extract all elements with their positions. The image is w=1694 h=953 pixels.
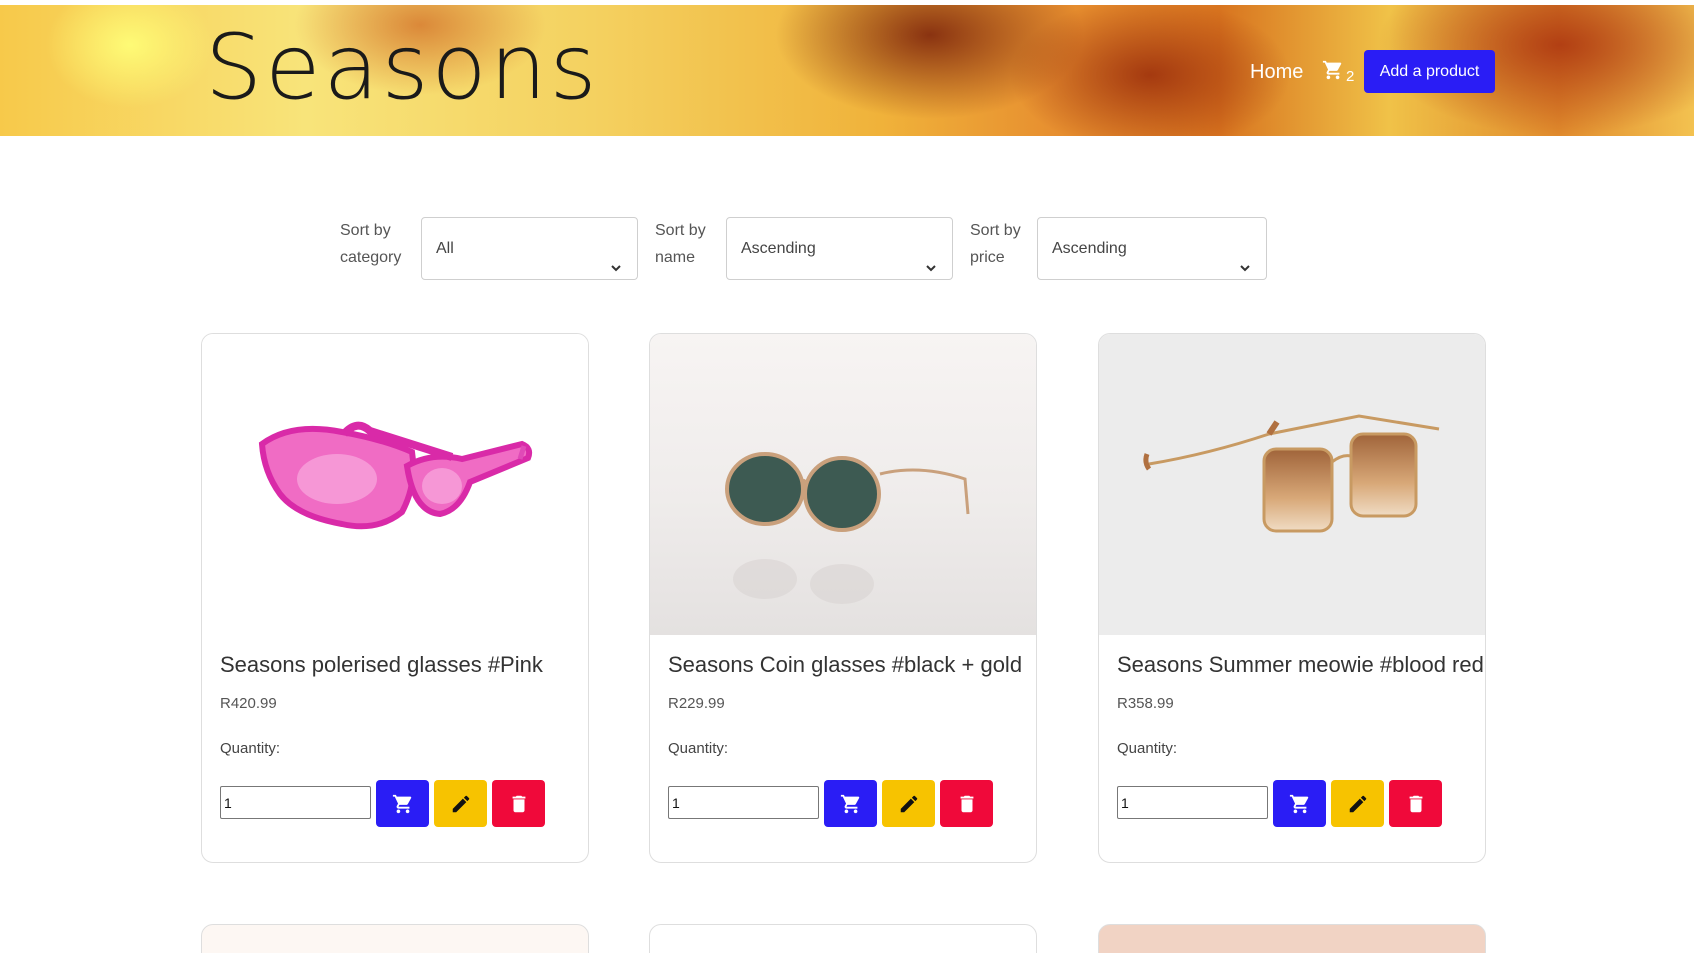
quantity-input[interactable]: [220, 786, 371, 819]
pencil-icon: [452, 795, 469, 812]
trash-icon: [1409, 795, 1422, 812]
nav-home-link[interactable]: Home: [1250, 61, 1303, 84]
pencil-icon: [1349, 795, 1366, 812]
sort-category-label: Sort by category: [340, 222, 402, 266]
product-card-partial: [201, 924, 589, 953]
chevron-down-icon: [609, 240, 623, 272]
cart-icon: [392, 794, 411, 813]
brand-logo[interactable]: Seasons: [205, 23, 600, 113]
delete-product-button[interactable]: [940, 780, 993, 827]
edit-product-button[interactable]: [434, 780, 487, 827]
sort-price-value: Ascending: [1052, 240, 1127, 257]
product-title: Seasons Summer meowie #blood red: [1117, 652, 1484, 677]
product-card-partial: [1098, 924, 1486, 953]
sort-price-select[interactable]: Ascending: [1037, 217, 1267, 280]
product-price: R358.99: [1117, 695, 1174, 712]
edit-product-button[interactable]: [1331, 780, 1384, 827]
product-image: [650, 334, 1036, 635]
delete-product-button[interactable]: [492, 780, 545, 827]
chevron-down-icon: [924, 240, 938, 272]
quantity-label: Quantity:: [220, 740, 281, 757]
sort-name-label: Sort by name: [655, 222, 706, 266]
quantity-input[interactable]: [668, 786, 819, 819]
product-card-partial: [649, 924, 1037, 953]
product-image: [1099, 334, 1485, 635]
sort-category-value: All: [436, 240, 454, 257]
pencil-icon: [900, 795, 917, 812]
cart-icon: [840, 794, 859, 813]
sort-category-select[interactable]: All: [421, 217, 638, 280]
add-to-cart-button[interactable]: [376, 780, 429, 827]
header-banner: Seasons Home 2 Add a product: [0, 5, 1694, 136]
add-product-button[interactable]: Add a product: [1364, 50, 1495, 93]
trash-icon: [960, 795, 973, 812]
trash-icon: [512, 795, 525, 812]
product-card: Seasons Summer meowie #blood red R358.99…: [1098, 333, 1486, 863]
product-image: [202, 334, 588, 635]
product-price: R420.99: [220, 695, 277, 712]
product-title: Seasons Coin glasses #black + gold: [668, 652, 1023, 677]
sort-price-label: Sort by price: [970, 222, 1021, 266]
quantity-input[interactable]: [1117, 786, 1268, 819]
quantity-label: Quantity:: [1117, 740, 1178, 757]
product-title: Seasons polerised glasses #Pink: [220, 652, 543, 677]
product-price: R229.99: [668, 695, 725, 712]
add-to-cart-button[interactable]: [1273, 780, 1326, 827]
edit-product-button[interactable]: [882, 780, 935, 827]
cart-count-badge: 2: [1346, 68, 1355, 85]
chevron-down-icon: [1238, 240, 1252, 272]
nav-cart-icon[interactable]: [1322, 59, 1344, 85]
sort-name-value: Ascending: [741, 240, 816, 257]
quantity-label: Quantity:: [668, 740, 729, 757]
cart-icon: [1289, 794, 1308, 813]
product-card: Seasons Coin glasses #black + gold R229.…: [649, 333, 1037, 863]
product-card: Seasons polerised glasses #Pink R420.99 …: [201, 333, 589, 863]
delete-product-button[interactable]: [1389, 780, 1442, 827]
sort-name-select[interactable]: Ascending: [726, 217, 953, 280]
add-to-cart-button[interactable]: [824, 780, 877, 827]
